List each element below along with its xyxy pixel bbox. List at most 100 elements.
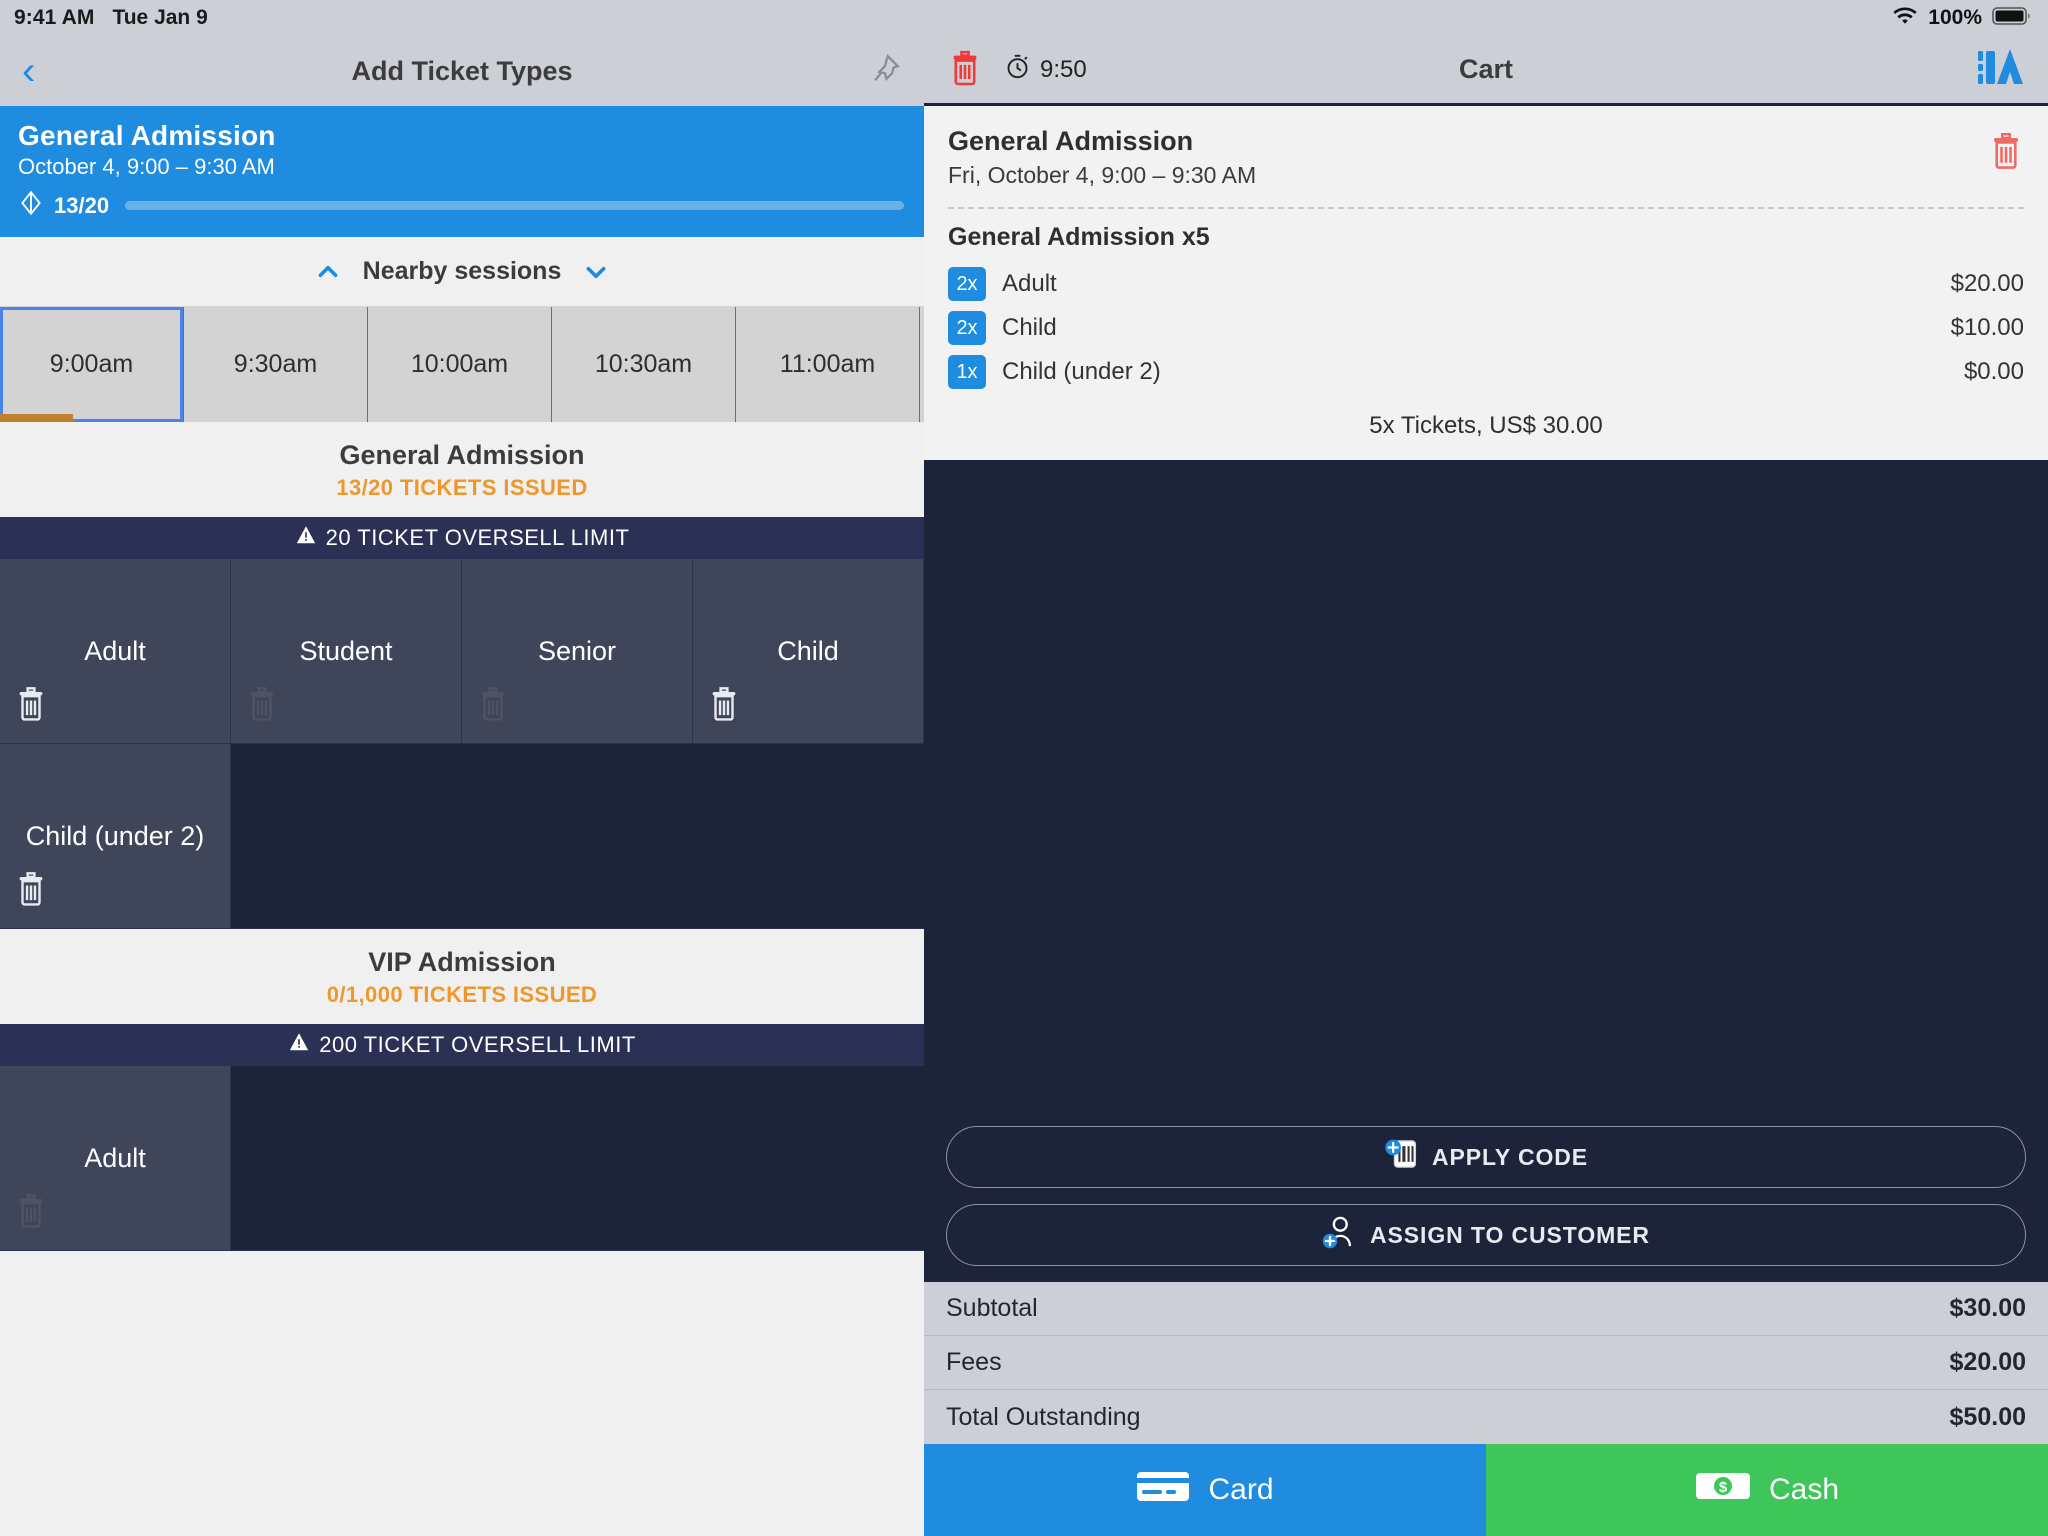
pay-card-label: Card	[1208, 1473, 1274, 1506]
cart-item-header: General Admission Fri, October 4, 9:00 –…	[948, 126, 2024, 189]
chevron-up-icon[interactable]	[315, 259, 341, 285]
assign-to-customer-button[interactable]: ASSIGN TO CUSTOMER	[946, 1204, 2026, 1266]
cart-item-summary: 5x Tickets, US$ 30.00	[1369, 412, 1603, 439]
delete-ticket-type-icon[interactable]	[707, 684, 741, 727]
cart-line[interactable]: 1x Child (under 2) $0.00	[948, 350, 2024, 394]
add-ticket-types-pane: 9:41 AM Tue Jan 9 ‹ Add Ticket Types Gen…	[0, 0, 924, 1536]
app-screen: 9:41 AM Tue Jan 9 ‹ Add Ticket Types Gen…	[0, 0, 2048, 1536]
cart-line-name: Child	[1002, 314, 1057, 341]
ticket-type-label: Adult	[84, 635, 146, 666]
cart-totals: Subtotal $30.00 Fees $20.00 Total Outstand…	[924, 1282, 2048, 1444]
add-customer-icon	[1322, 1214, 1356, 1256]
delete-ticket-type-icon[interactable]	[245, 684, 279, 727]
session-slot-row[interactable]: 9:00am 9:30am 10:00am 10:30am 11:00am	[0, 307, 924, 422]
ticket-type-cell[interactable]: Senior	[462, 559, 693, 744]
ticket-section-title: General Admission	[339, 440, 585, 470]
current-session-banner[interactable]: General Admission October 4, 9:00 – 9:30…	[0, 106, 924, 237]
cart-item-date: Fri, October 4, 9:00 – 9:30 AM	[948, 162, 1257, 188]
total-value: $50.00	[1949, 1402, 2026, 1431]
cart-line-name: Child (under 2)	[1002, 358, 1161, 385]
cart-line-qty: 2x	[948, 311, 986, 345]
cart-line-qty: 2x	[948, 267, 986, 301]
delete-ticket-type-icon[interactable]	[14, 684, 48, 727]
session-slot-label: 9:30am	[233, 350, 318, 378]
cart-lines: 2x Adult $20.00 2x Child $10.00 1x Child (…	[948, 262, 2024, 394]
session-slot-label: 9:00am	[49, 350, 134, 378]
battery-icon	[1992, 6, 2032, 31]
ticket-section-issued: 13/20 TICKETS ISSUED	[336, 475, 588, 500]
session-slot[interactable]: 9:00am	[0, 307, 184, 422]
svg-text:$: $	[1719, 1479, 1728, 1496]
back-button[interactable]: ‹	[22, 51, 58, 91]
session-slot[interactable]: 9:30am	[184, 307, 368, 422]
delete-cart-item-icon[interactable]	[1988, 126, 2024, 175]
total-row: Subtotal $30.00	[924, 1282, 2048, 1336]
clear-cart-trash-icon[interactable]	[948, 48, 982, 91]
ticket-section-header: VIP Admission 0/1,000 TICKETS ISSUED	[0, 929, 924, 1024]
credit-card-icon	[1136, 1468, 1190, 1512]
apply-code-button[interactable]: APPLY CODE	[946, 1126, 2026, 1188]
cart-empty-space	[924, 460, 2048, 1126]
cart-line[interactable]: 2x Adult $20.00	[948, 262, 2024, 306]
cart-divider	[948, 207, 2024, 209]
session-slot[interactable]: 10:30am	[552, 307, 736, 422]
cart-line-price: $20.00	[1950, 270, 2024, 297]
session-slot-label: 10:00am	[410, 350, 509, 378]
status-date: Tue Jan 9	[112, 6, 208, 29]
ticket-icon	[18, 190, 44, 221]
total-row: Total Outstanding $50.00	[924, 1390, 2048, 1444]
ticket-type-label: Child (under 2)	[25, 820, 205, 851]
cart-group-label: General Admission x5	[948, 223, 1210, 251]
chevron-down-icon[interactable]	[583, 259, 609, 285]
apply-code-icon	[1384, 1137, 1418, 1177]
ticket-type-grid: Adult Student Senior Child Child (under …	[0, 559, 924, 929]
right-status-bar: 100%	[924, 0, 2048, 36]
cart-timer-value: 9:50	[1040, 55, 1087, 83]
cart-item-title: General Admission	[948, 126, 1194, 156]
session-slot-fill	[0, 414, 74, 422]
warning-icon	[288, 1031, 310, 1059]
cart-title: Cart	[1458, 54, 1513, 84]
total-value: $20.00	[1949, 1348, 2026, 1376]
apply-code-label: APPLY CODE	[1432, 1143, 1588, 1170]
cart-pane: 100% 9:50 Cart General Admission Fri, Oc…	[924, 0, 2048, 1536]
ticket-type-cell[interactable]: Student	[231, 559, 462, 744]
pin-icon[interactable]	[868, 52, 902, 91]
total-value: $30.00	[1949, 1294, 2026, 1322]
ticket-type-cell[interactable]: Adult	[0, 559, 231, 744]
cart-actions: APPLY CODE ASSIGN TO CUSTOMER	[924, 1126, 2048, 1282]
cart-line-price: $0.00	[1963, 358, 2024, 385]
session-slot[interactable]: 11:00am	[736, 307, 920, 422]
ticket-type-cell[interactable]: Child (under 2)	[0, 744, 231, 929]
delete-ticket-type-icon[interactable]	[14, 869, 48, 912]
total-row: Fees $20.00	[924, 1336, 2048, 1390]
ticket-type-cell[interactable]: Child	[693, 559, 924, 744]
scan-ticket-icon[interactable]	[1978, 47, 2024, 92]
ticket-type-cell[interactable]: Adult	[0, 1066, 231, 1251]
session-slot-label: 10:30am	[594, 350, 693, 378]
nearby-sessions-label: Nearby sessions	[362, 257, 562, 285]
payment-bar: Card $ Cash	[924, 1444, 2048, 1536]
cash-icon: $	[1695, 1468, 1751, 1512]
session-slot-label: 11:00am	[779, 350, 876, 378]
cart-line-price: $10.00	[1950, 314, 2024, 341]
pay-card-button[interactable]: Card	[924, 1444, 1486, 1536]
pay-cash-label: Cash	[1768, 1473, 1840, 1506]
stopwatch-icon	[1004, 53, 1031, 87]
total-label: Total Outstanding	[946, 1402, 1141, 1431]
oversell-limit-bar: 200 TICKET OVERSELL LIMIT	[0, 1024, 924, 1066]
oversell-limit-label: 200 TICKET OVERSELL LIMIT	[319, 1032, 636, 1057]
delete-ticket-type-icon[interactable]	[476, 684, 510, 727]
cart-line-item-card: General Admission Fri, October 4, 9:00 –…	[924, 106, 2048, 460]
ticket-section-title: VIP Admission	[368, 947, 556, 977]
ticket-section-issued: 0/1,000 TICKETS ISSUED	[326, 982, 598, 1007]
delete-ticket-type-icon[interactable]	[14, 1191, 48, 1234]
pay-cash-button[interactable]: $ Cash	[1486, 1444, 2048, 1536]
cart-nav-bar: 9:50 Cart	[924, 36, 2048, 106]
session-count: 13/20	[54, 192, 110, 218]
cart-line[interactable]: 2x Child $10.00	[948, 306, 2024, 350]
assign-to-customer-label: ASSIGN TO CUSTOMER	[1370, 1221, 1650, 1248]
oversell-limit-bar: 20 TICKET OVERSELL LIMIT	[0, 517, 924, 559]
nearby-sessions-bar[interactable]: Nearby sessions	[0, 237, 924, 307]
session-slot[interactable]: 10:00am	[368, 307, 552, 422]
